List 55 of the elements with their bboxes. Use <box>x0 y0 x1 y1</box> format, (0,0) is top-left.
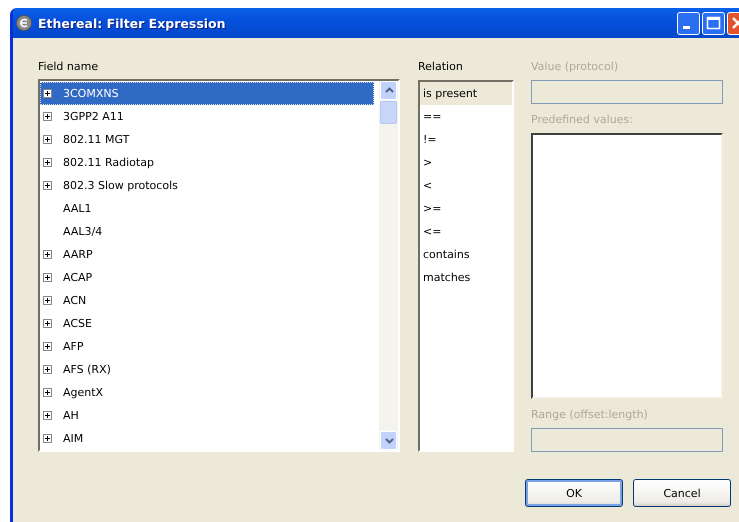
tree-item[interactable]: ACN <box>40 289 374 312</box>
expand-icon[interactable] <box>43 434 52 443</box>
maximize-button[interactable] <box>702 12 725 34</box>
tree-item[interactable]: AH <box>40 404 374 427</box>
tree-item[interactable]: 802.11 MGT <box>40 128 374 151</box>
app-icon <box>16 15 32 31</box>
scroll-thumb[interactable] <box>380 101 397 124</box>
tree-item[interactable]: AIM <box>40 427 374 450</box>
relation-item[interactable]: <= <box>420 220 512 243</box>
scroll-up-button[interactable] <box>380 81 397 100</box>
expand-icon[interactable] <box>43 296 52 305</box>
tree-item[interactable]: 802.3 Slow protocols <box>40 174 374 197</box>
tree-item[interactable]: AAL1 <box>40 197 374 220</box>
relation-item[interactable]: < <box>420 174 512 197</box>
expand-icon[interactable] <box>43 319 52 328</box>
tree-item[interactable]: ACAP <box>40 266 374 289</box>
tree-item[interactable]: AARP <box>40 243 374 266</box>
expand-icon[interactable] <box>43 411 52 420</box>
expand-icon[interactable] <box>43 112 52 121</box>
tree-item[interactable]: 802.11 Radiotap <box>40 151 374 174</box>
relation-label: Relation <box>418 60 464 74</box>
tree-item[interactable]: AAL3/4 <box>40 220 374 243</box>
expand-icon[interactable] <box>43 135 52 144</box>
cancel-button[interactable]: Cancel <box>633 479 731 507</box>
tree-item[interactable]: ACSE <box>40 312 374 335</box>
tree-item[interactable]: 3GPP2 A11 <box>40 105 374 128</box>
expand-icon[interactable] <box>43 158 52 167</box>
scroll-down-button[interactable] <box>380 431 397 450</box>
relation-item[interactable]: contains <box>420 243 512 266</box>
minimize-button[interactable] <box>677 12 700 34</box>
relation-item[interactable]: != <box>420 128 512 151</box>
expand-icon[interactable] <box>43 89 52 98</box>
expand-icon[interactable] <box>43 273 52 282</box>
relation-item[interactable]: is present <box>420 82 512 105</box>
expand-icon[interactable] <box>43 342 52 351</box>
range-label: Range (offset:length) <box>531 408 649 422</box>
tree-item[interactable]: AgentX <box>40 381 374 404</box>
tree-item[interactable]: 3COMXNS <box>40 82 374 105</box>
scrollbar[interactable] <box>379 81 398 450</box>
window-title: Ethereal: Filter Expression <box>38 16 227 30</box>
expand-icon[interactable] <box>43 365 52 374</box>
relation-item[interactable]: >= <box>420 197 512 220</box>
expand-icon[interactable] <box>43 181 52 190</box>
relation-item[interactable]: == <box>420 105 512 128</box>
predefined-values-label: Predefined values: <box>531 113 634 127</box>
expand-icon[interactable] <box>43 388 52 397</box>
field-name-label: Field name <box>38 60 100 73</box>
ok-button[interactable]: OK <box>525 479 623 507</box>
relation-item[interactable]: matches <box>420 266 512 289</box>
minimize-icon <box>683 26 690 28</box>
value-label: Value (protocol) <box>531 60 620 74</box>
tree-item[interactable]: AFS (RX) <box>40 358 374 381</box>
relation-item[interactable]: > <box>420 151 512 174</box>
expand-icon[interactable] <box>43 250 52 259</box>
tree-item[interactable]: AFP <box>40 335 374 358</box>
